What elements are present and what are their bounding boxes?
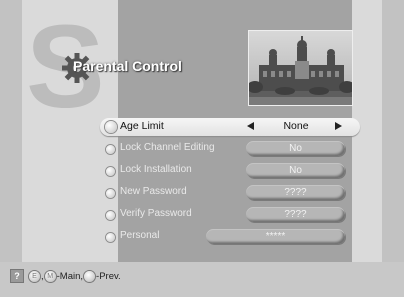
menu-button-icon[interactable]: M [44, 270, 56, 282]
menu-item-lock-installation[interactable]: Lock Installation No [100, 162, 362, 180]
prev-button-icon[interactable] [84, 270, 96, 282]
new-password-field[interactable]: ???? [246, 185, 345, 200]
help-icon[interactable]: ? [10, 269, 24, 283]
menu-item-label: Lock Channel Editing [120, 142, 215, 153]
menu-item-verify-password[interactable]: Verify Password ???? [100, 206, 362, 224]
menu-item-label: New Password [120, 186, 187, 197]
verify-password-field[interactable]: ???? [246, 207, 345, 222]
personal-field[interactable]: ***** [206, 229, 345, 244]
menu-item-label: Age Limit [120, 120, 164, 132]
prev-hint-label: -Prev. [96, 270, 121, 282]
parental-control-screen: S Parental Control Age Limit None Lock C… [0, 0, 404, 297]
main-hint-label: -Main, [56, 270, 84, 282]
lock-channel-editing-value[interactable]: No [246, 141, 345, 156]
right-edge-stripe [382, 0, 404, 297]
page-title: Parental Control [73, 58, 182, 74]
menu-item-personal[interactable]: Personal ***** [100, 228, 362, 246]
landmark-photo [248, 30, 353, 106]
menu-item-label: Lock Installation [120, 164, 192, 175]
lock-installation-value[interactable]: No [246, 163, 345, 178]
selected-bullet-icon [105, 121, 117, 133]
footer-separator: , [41, 270, 44, 282]
menu-item-age-limit[interactable]: Age Limit None [100, 118, 362, 136]
menu-item-new-password[interactable]: New Password ???? [100, 184, 362, 202]
menu-item-label: Personal [120, 230, 160, 241]
bullet-icon [106, 189, 115, 198]
bullet-icon [106, 233, 115, 242]
arrow-right-icon[interactable] [335, 122, 342, 130]
age-limit-value: None [283, 120, 309, 132]
bullet-icon [106, 167, 115, 176]
menu-item-lock-channel-editing[interactable]: Lock Channel Editing No [100, 140, 362, 158]
arrow-left-icon[interactable] [247, 122, 254, 130]
left-edge-stripe [0, 0, 22, 297]
footer-hints: ? E , M -Main, -Prev. [10, 269, 121, 283]
menu-item-label: Verify Password [120, 208, 192, 219]
exit-button-icon[interactable]: E [29, 270, 40, 282]
bullet-icon [106, 145, 115, 154]
bullet-icon [106, 211, 115, 220]
